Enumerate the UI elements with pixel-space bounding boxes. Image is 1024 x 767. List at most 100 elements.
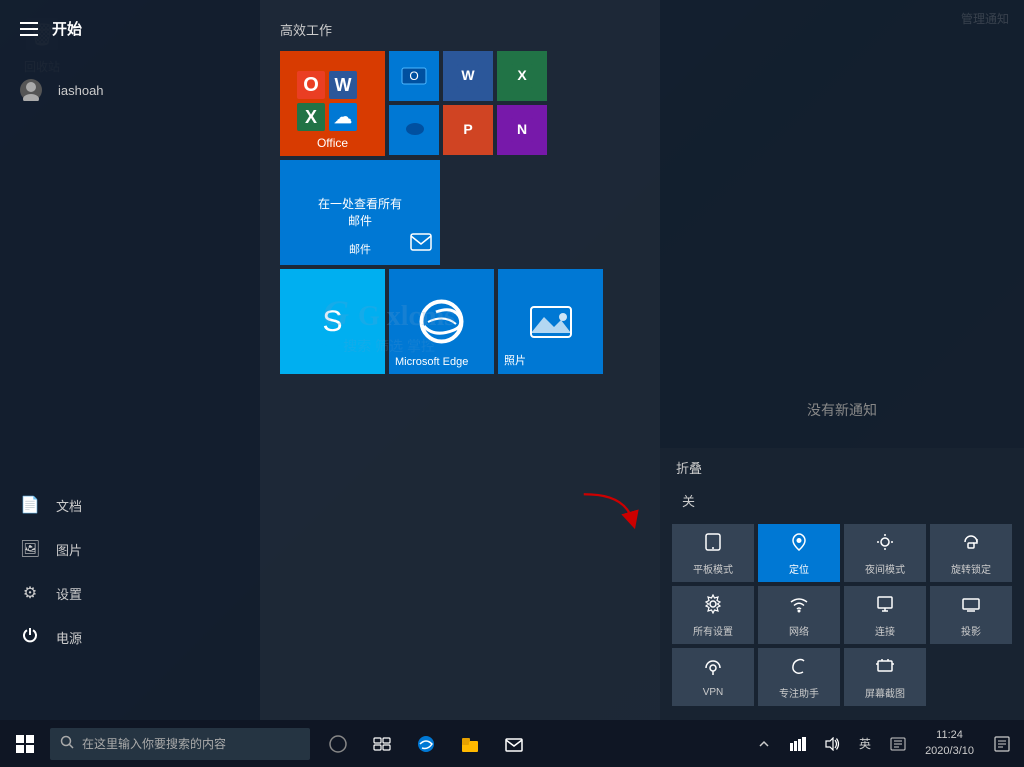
cortana-button[interactable] bbox=[316, 720, 360, 767]
search-placeholder: 在这里输入你要搜索的内容 bbox=[82, 735, 226, 752]
sys-tray bbox=[749, 720, 779, 767]
taskbar: 在这里输入你要搜索的内容 bbox=[0, 720, 1024, 767]
second-row-tiles: S Microsoft Edge bbox=[280, 269, 640, 374]
notification-panel: 没有新通知 折叠 关 平板模式 bbox=[660, 0, 1024, 720]
notification-center-button[interactable] bbox=[986, 720, 1018, 767]
sidebar-item-settings[interactable]: ⚙ 设置 bbox=[0, 571, 260, 615]
qa-location[interactable]: 定位 bbox=[758, 524, 840, 582]
sidebar-menu: 📄 文档 🖼 图片 ⚙ 设置 电源 bbox=[0, 113, 260, 720]
night-mode-icon bbox=[875, 532, 895, 557]
focus-assist-label: 专注助手 bbox=[779, 685, 819, 700]
start-title: 开始 bbox=[52, 18, 82, 39]
hamburger-menu[interactable] bbox=[20, 22, 38, 36]
qa-network[interactable]: 网络 bbox=[758, 586, 840, 644]
file-explorer-taskbar[interactable] bbox=[448, 720, 492, 767]
language-indicator[interactable]: 英 bbox=[851, 720, 879, 767]
project-icon bbox=[961, 594, 981, 619]
tile-mail[interactable]: 在一处查看所有 邮件 邮件 bbox=[280, 160, 440, 265]
svg-text:X: X bbox=[517, 67, 527, 83]
qa-screenshot[interactable]: 屏幕截图 bbox=[844, 648, 926, 706]
network-icon bbox=[789, 594, 809, 619]
document-icon: 📄 bbox=[20, 495, 40, 515]
sidebar-pictures-label: 图片 bbox=[56, 540, 82, 559]
vpn-icon bbox=[703, 658, 723, 683]
tile-edge[interactable]: Microsoft Edge bbox=[389, 269, 494, 374]
show-hidden-icons[interactable] bbox=[749, 720, 779, 767]
photos-tile-label: 照片 bbox=[504, 352, 526, 368]
user-avatar bbox=[20, 79, 42, 101]
mail-taskbar[interactable] bbox=[492, 720, 536, 767]
sidebar-item-power[interactable]: 电源 bbox=[0, 615, 260, 660]
tile-powerpoint[interactable]: P bbox=[443, 105, 493, 155]
volume-icon[interactable] bbox=[817, 720, 847, 767]
settings-icon: ⚙ bbox=[20, 583, 40, 603]
mail-tile-text: 在一处查看所有 邮件 bbox=[318, 196, 402, 230]
tile-onenote[interactable]: N bbox=[497, 105, 547, 155]
rotation-lock-label: 旋转锁定 bbox=[951, 561, 991, 576]
svg-text:N: N bbox=[517, 121, 527, 137]
clock[interactable]: 11:24 2020/3/10 bbox=[917, 728, 982, 759]
tiles-grid: O W X ☁ Office bbox=[280, 51, 640, 265]
edge-tile-label: Microsoft Edge bbox=[395, 356, 468, 368]
qa-tablet-mode[interactable]: 平板模式 bbox=[672, 524, 754, 582]
qa-night-mode[interactable]: 夜间模式 bbox=[844, 524, 926, 582]
pictures-icon: 🖼 bbox=[20, 539, 40, 559]
tile-outlook[interactable]: O bbox=[389, 51, 439, 101]
qa-rotation-lock[interactable]: 旋转锁定 bbox=[930, 524, 1012, 582]
tiles-row-2: P N bbox=[389, 105, 547, 155]
no-notification-text: 没有新通知 bbox=[807, 400, 877, 420]
office-icon: O W X ☁ bbox=[292, 63, 362, 133]
sidebar-item-documents[interactable]: 📄 文档 bbox=[0, 483, 260, 527]
action-panel: 折叠 关 平板模式 定位 bbox=[660, 448, 1024, 720]
task-view-button[interactable] bbox=[360, 720, 404, 767]
tile-office[interactable]: O W X ☁ Office bbox=[280, 51, 385, 156]
svg-text:O: O bbox=[409, 69, 418, 83]
qa-project[interactable]: 投影 bbox=[930, 586, 1012, 644]
start-button[interactable] bbox=[0, 720, 50, 767]
date: 2020/3/10 bbox=[925, 744, 974, 759]
quick-actions-grid: 平板模式 定位 夜间模式 bbox=[672, 524, 1012, 706]
tiles-header: 高效工作 bbox=[280, 20, 640, 39]
qa-connect[interactable]: 连接 bbox=[844, 586, 926, 644]
network-label: 网络 bbox=[789, 623, 809, 638]
taskbar-icons bbox=[316, 720, 536, 767]
tile-onedrive[interactable] bbox=[389, 105, 439, 155]
time: 11:24 bbox=[936, 728, 963, 743]
tile-excel[interactable]: X bbox=[497, 51, 547, 101]
mail-icon bbox=[410, 233, 432, 257]
sidebar-power-label: 电源 bbox=[56, 628, 82, 647]
svg-text:O: O bbox=[303, 74, 319, 96]
search-icon bbox=[60, 735, 74, 752]
ime-icon[interactable] bbox=[883, 720, 913, 767]
svg-text:P: P bbox=[463, 121, 472, 137]
office-tile-label: Office bbox=[317, 136, 348, 150]
location-icon bbox=[789, 532, 809, 557]
tiles-row-1: O W X bbox=[389, 51, 547, 101]
tile-skype[interactable]: S bbox=[280, 269, 385, 374]
all-settings-icon bbox=[703, 594, 723, 619]
screenshot-label: 屏幕截图 bbox=[865, 685, 905, 700]
network-status-icon[interactable] bbox=[783, 720, 813, 767]
rotation-lock-icon bbox=[961, 532, 981, 557]
tile-word[interactable]: W bbox=[443, 51, 493, 101]
qa-vpn[interactable]: VPN bbox=[672, 648, 754, 706]
qa-focus-assist[interactable]: 专注助手 bbox=[758, 648, 840, 706]
svg-text:W: W bbox=[335, 75, 352, 95]
power-icon bbox=[20, 627, 40, 648]
start-header: 开始 bbox=[0, 0, 260, 57]
sidebar-item-pictures[interactable]: 🖼 图片 bbox=[0, 527, 260, 571]
svg-text:X: X bbox=[305, 107, 317, 127]
start-menu: 开始 iashoah 📄 文档 🖼 图片 ⚙ bbox=[0, 0, 660, 720]
qa-all-settings[interactable]: 所有设置 bbox=[672, 586, 754, 644]
tablet-mode-icon bbox=[703, 532, 723, 557]
sidebar-documents-label: 文档 bbox=[56, 496, 82, 515]
user-profile[interactable]: iashoah bbox=[0, 67, 260, 113]
taskbar-search[interactable]: 在这里输入你要搜索的内容 bbox=[50, 728, 310, 760]
sidebar-settings-label: 设置 bbox=[56, 584, 82, 603]
start-tiles: 高效工作 O W X bbox=[260, 0, 660, 720]
edge-taskbar[interactable] bbox=[404, 720, 448, 767]
power-off-label: 关 bbox=[672, 485, 705, 516]
tile-photos[interactable]: 照片 bbox=[498, 269, 603, 374]
focus-assist-icon bbox=[789, 656, 809, 681]
all-settings-label: 所有设置 bbox=[693, 623, 733, 638]
